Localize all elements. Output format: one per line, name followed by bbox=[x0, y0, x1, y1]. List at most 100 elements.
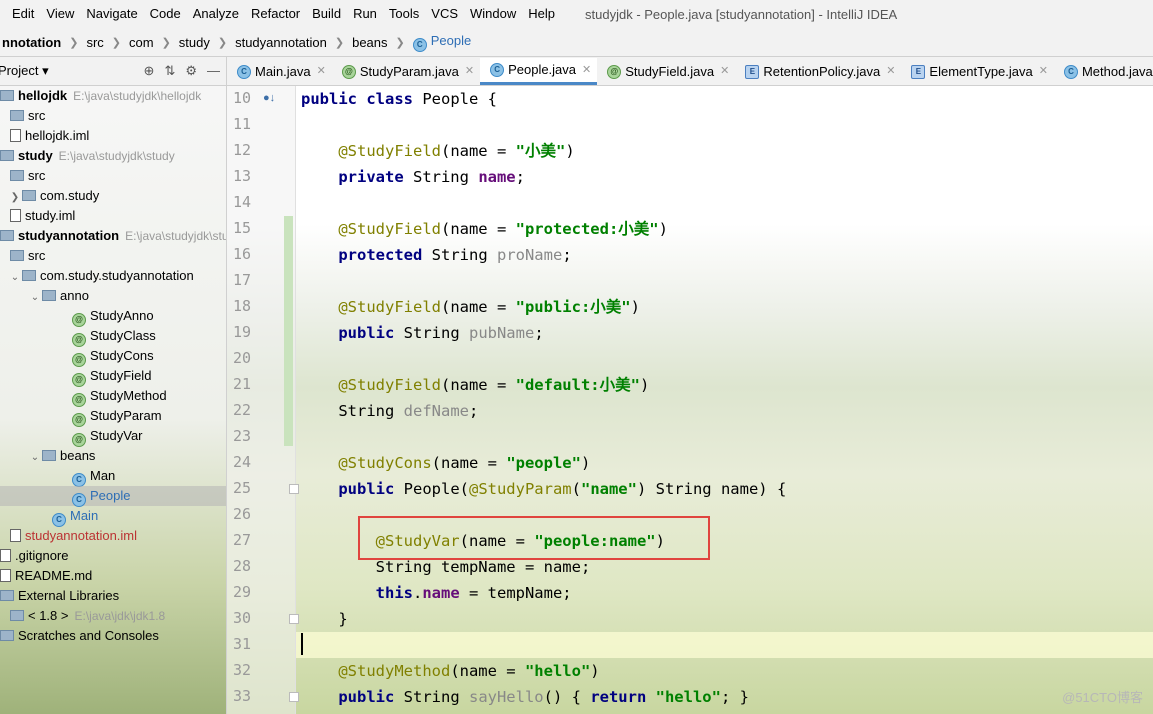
close-icon[interactable]: ✕ bbox=[582, 58, 591, 82]
code-line[interactable]: @StudyField(name = "小美") bbox=[301, 138, 574, 164]
menu-analyze[interactable]: Analyze bbox=[187, 0, 245, 28]
code-line[interactable]: protected String proName; bbox=[301, 242, 571, 268]
collapse-all-icon[interactable]: ⇅ bbox=[164, 57, 175, 85]
menu-code[interactable]: Code bbox=[144, 0, 187, 28]
code-line[interactable]: public String sayHello() { return "hello… bbox=[301, 684, 749, 710]
locate-icon[interactable]: ⊕ bbox=[144, 57, 155, 85]
annotation-icon: @ bbox=[72, 333, 86, 347]
code-line[interactable]: @StudyField(name = "default:小美") bbox=[301, 372, 649, 398]
code-line[interactable]: @StudyCons(name = "people") bbox=[301, 450, 590, 476]
close-icon[interactable]: ✕ bbox=[886, 58, 895, 85]
menu-edit[interactable]: Edit bbox=[0, 0, 40, 28]
tree-item[interactable]: ❯ com.study bbox=[0, 186, 226, 206]
tree-item[interactable]: C Man bbox=[0, 466, 226, 487]
tree-item[interactable]: README.md bbox=[0, 566, 226, 586]
tree-item[interactable]: Scratches and Consoles bbox=[0, 626, 226, 646]
code-line[interactable]: public String pubName; bbox=[301, 320, 543, 346]
fold-icon[interactable] bbox=[289, 614, 299, 624]
code-editor[interactable]: ●↓ 10 11 12 13 14 15 16 17 18 19 20 21 2… bbox=[227, 86, 1153, 714]
minimize-icon[interactable]: — bbox=[207, 57, 220, 85]
breadcrumb-item[interactable]: study bbox=[177, 35, 212, 50]
breadcrumb-item[interactable]: C People bbox=[411, 33, 473, 52]
menu-window[interactable]: Window bbox=[464, 0, 522, 28]
tree-item[interactable]: @ StudyClass bbox=[0, 326, 226, 347]
chevron-down-icon[interactable]: ⌄ bbox=[28, 448, 42, 468]
file-icon bbox=[0, 549, 11, 562]
code-line[interactable]: String defName; bbox=[301, 398, 478, 424]
menu-vcs[interactable]: VCS bbox=[425, 0, 464, 28]
code-line[interactable]: private String name; bbox=[301, 164, 525, 190]
gear-icon[interactable]: ⚙ bbox=[185, 57, 197, 85]
fold-icon[interactable] bbox=[289, 692, 299, 702]
tab-elementtype-java[interactable]: E ElementType.java ✕ bbox=[901, 58, 1054, 85]
tree-item[interactable]: @ StudyVar bbox=[0, 426, 226, 447]
tree-item[interactable]: study E:\java\studyjdk\study bbox=[0, 146, 226, 166]
chevron-down-icon[interactable]: ⌄ bbox=[28, 288, 42, 308]
breadcrumb-item[interactable]: src bbox=[84, 35, 105, 50]
close-icon[interactable]: ✕ bbox=[1039, 58, 1048, 85]
tree-item[interactable]: ⌄ com.study.studyannotation bbox=[0, 266, 226, 286]
code-line[interactable]: this.name = tempName; bbox=[301, 580, 572, 606]
tree-item[interactable]: hellojdk E:\java\studyjdk\hellojdk bbox=[0, 86, 226, 106]
tree-item-label: hellojdk bbox=[18, 88, 68, 103]
implemented-marker-icon[interactable]: ●↓ bbox=[263, 92, 275, 104]
tab-studyfield-java[interactable]: @ StudyField.java ✕ bbox=[597, 58, 735, 85]
code-line[interactable]: @StudyMethod(name = "hello") bbox=[301, 658, 599, 684]
tree-item[interactable]: External Libraries bbox=[0, 586, 226, 606]
code-line[interactable]: @StudyField(name = "public:小美") bbox=[301, 294, 640, 320]
tree-item[interactable]: @ StudyField bbox=[0, 366, 226, 387]
tree-item-selected[interactable]: C People bbox=[0, 486, 226, 507]
tree-item[interactable]: ⌄ beans bbox=[0, 446, 226, 466]
menu-build[interactable]: Build bbox=[306, 0, 347, 28]
menu-navigate[interactable]: Navigate bbox=[80, 0, 143, 28]
close-icon[interactable]: ✕ bbox=[720, 58, 729, 85]
tree-item[interactable]: @ StudyAnno bbox=[0, 306, 226, 327]
menu-tools[interactable]: Tools bbox=[383, 0, 425, 28]
tab-people-java[interactable]: C People.java ✕ bbox=[480, 58, 598, 85]
menu-refactor[interactable]: Refactor bbox=[245, 0, 306, 28]
tree-item[interactable]: @ StudyParam bbox=[0, 406, 226, 427]
tab-studyparam-java[interactable]: @ StudyParam.java ✕ bbox=[332, 58, 480, 85]
tree-item[interactable]: < 1.8 > E:\java\jdk\jdk1.8 bbox=[0, 606, 226, 626]
tree-item[interactable]: studyannotation E:\java\studyjdk\stu bbox=[0, 226, 226, 246]
code-line[interactable]: public class People { bbox=[301, 86, 497, 112]
tree-item[interactable]: hellojdk.iml bbox=[0, 126, 226, 146]
close-icon[interactable]: ✕ bbox=[317, 58, 326, 85]
code-line[interactable]: } bbox=[301, 606, 347, 632]
menu-view[interactable]: View bbox=[40, 0, 80, 28]
tab-main-java[interactable]: C Main.java ✕ bbox=[227, 58, 332, 85]
tab-label: RetentionPolicy.java bbox=[763, 64, 881, 79]
chevron-right-icon[interactable]: ❯ bbox=[8, 188, 22, 208]
breadcrumb-item[interactable]: studyannotation bbox=[233, 35, 329, 50]
tab-method-java[interactable]: C Method.java bbox=[1054, 58, 1153, 85]
tree-item-path: E:\java\studyjdk\stu bbox=[125, 229, 227, 243]
tree-item[interactable]: @ StudyCons bbox=[0, 346, 226, 367]
tree-item[interactable]: ⌄ anno bbox=[0, 286, 226, 306]
fold-icon[interactable] bbox=[289, 484, 299, 494]
tree-item-label: StudyField bbox=[90, 368, 152, 383]
breadcrumb-item[interactable]: com bbox=[127, 35, 156, 50]
class-icon: C bbox=[490, 63, 505, 77]
breadcrumb-item[interactable]: beans bbox=[350, 35, 389, 50]
project-view-selector[interactable]: Project ▾ bbox=[0, 63, 49, 79]
menu-help[interactable]: Help bbox=[522, 0, 561, 28]
code-token: "hello" bbox=[655, 688, 721, 706]
tree-item[interactable]: src bbox=[0, 106, 226, 126]
chevron-down-icon[interactable]: ⌄ bbox=[8, 268, 22, 288]
code-line[interactable] bbox=[296, 632, 1153, 658]
code-line[interactable]: public People(@StudyParam("name") String… bbox=[301, 476, 786, 502]
tree-item[interactable]: src bbox=[0, 246, 226, 266]
code-line[interactable]: @StudyField(name = "protected:小美") bbox=[301, 216, 668, 242]
tree-item[interactable]: .gitignore bbox=[0, 546, 226, 566]
library-icon bbox=[0, 590, 14, 601]
menu-run[interactable]: Run bbox=[347, 0, 383, 28]
close-icon[interactable]: ✕ bbox=[465, 58, 474, 85]
tree-item[interactable]: studyannotation.iml bbox=[0, 526, 226, 546]
tree-item[interactable]: @ StudyMethod bbox=[0, 386, 226, 407]
tree-item[interactable]: src bbox=[0, 166, 226, 186]
tree-item[interactable]: study.iml bbox=[0, 206, 226, 226]
breadcrumb-item[interactable]: nnotation bbox=[0, 35, 63, 50]
code-token: ) bbox=[580, 454, 591, 472]
tab-retentionpolicy-java[interactable]: E RetentionPolicy.java ✕ bbox=[735, 58, 901, 85]
tree-item[interactable]: C Main bbox=[0, 506, 226, 527]
